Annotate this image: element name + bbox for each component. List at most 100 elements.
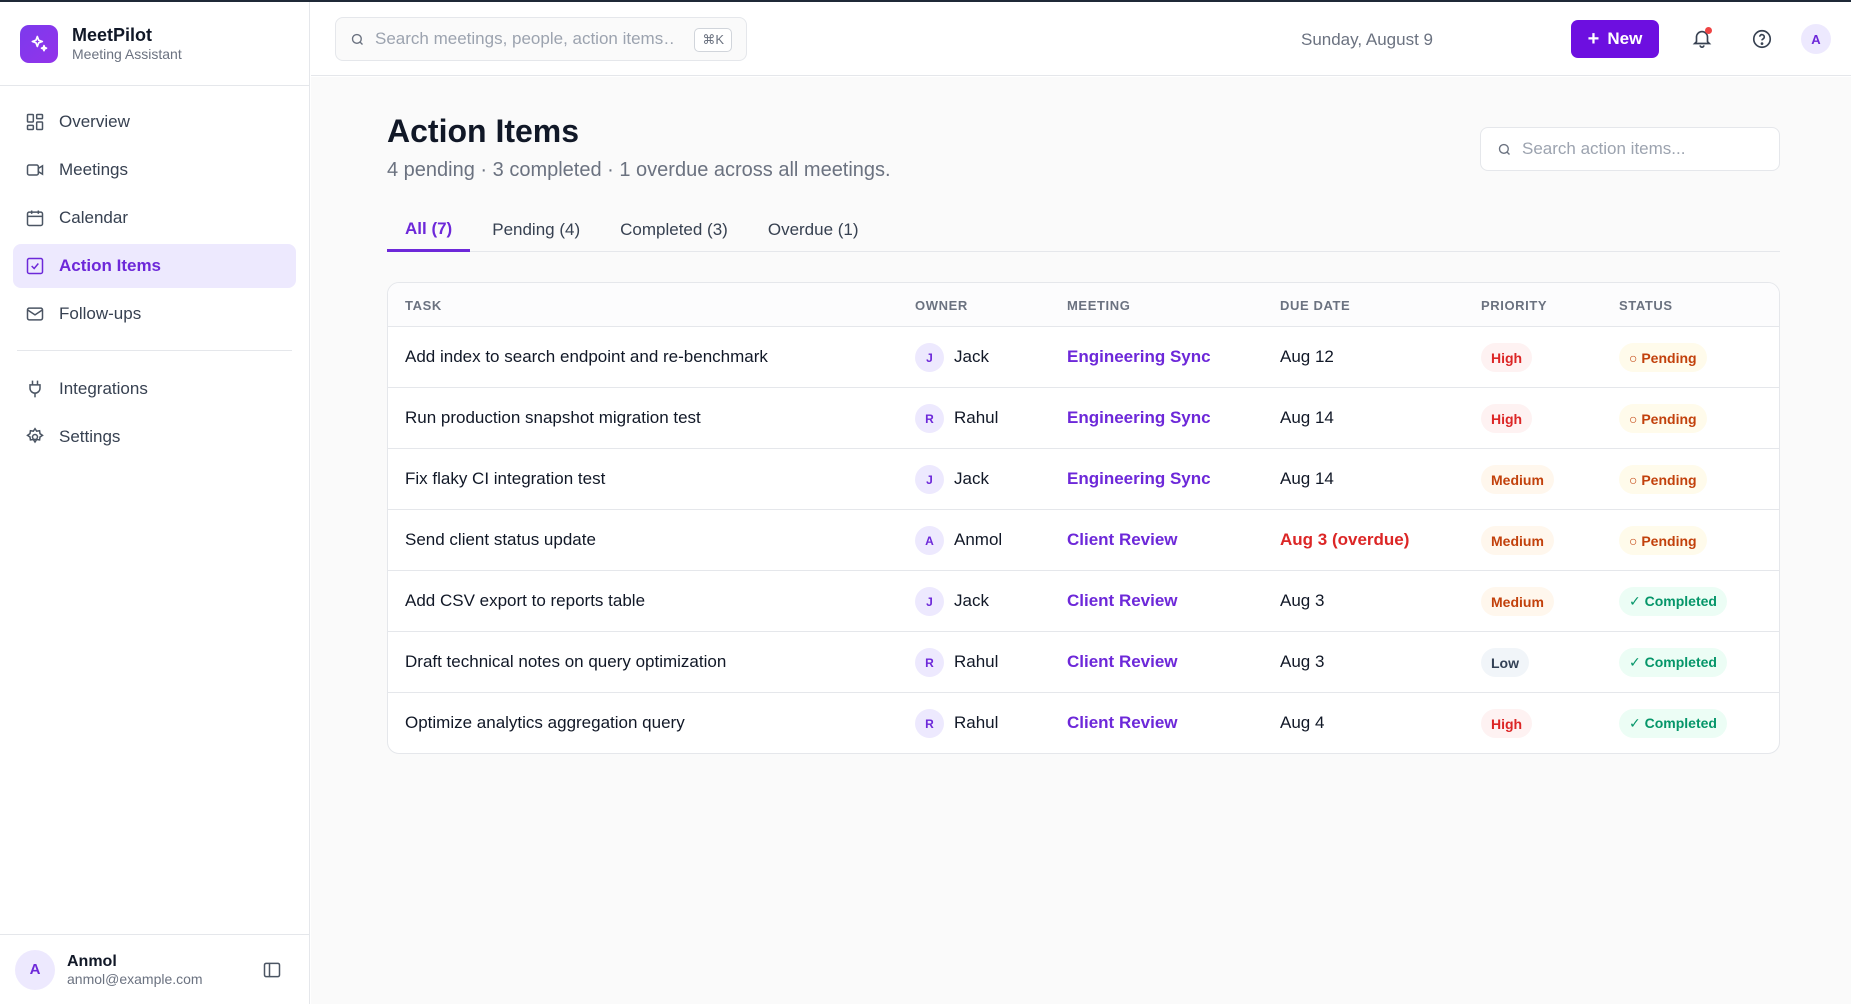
sidebar-nav: Overview Meetings Calendar Action Items … xyxy=(0,86,309,459)
action-items-table: TASK OWNER MEETING DUE DATE PRIORITY STA… xyxy=(387,282,1780,754)
priority-badge: Medium xyxy=(1481,587,1554,616)
page-subtitle: 4 pending · 3 completed · 1 overdue acro… xyxy=(387,159,891,181)
user-name: Anmol xyxy=(67,952,117,970)
brand[interactable]: MeetPilot Meeting Assistant xyxy=(0,2,309,86)
sidebar-divider xyxy=(17,350,292,351)
meeting-link[interactable]: Engineering Sync xyxy=(1067,347,1211,367)
table-row[interactable]: Run production snapshot migration test R… xyxy=(388,388,1779,449)
grid-icon xyxy=(26,113,44,131)
due-date: Aug 14 xyxy=(1280,469,1334,488)
status-badge: ✓ Completed xyxy=(1619,587,1727,616)
status-badge: ○ Pending xyxy=(1619,404,1707,433)
sidebar-item-label: Settings xyxy=(59,427,121,446)
avatar: A xyxy=(915,526,944,555)
task-title: Add index to search endpoint and re-benc… xyxy=(405,347,768,366)
search-input[interactable] xyxy=(375,29,675,49)
sidebar-item-label: Integrations xyxy=(59,379,148,398)
app-subtitle: Meeting Assistant xyxy=(72,45,182,62)
top-bar: ⌘K Sunday, August 9 + New A xyxy=(311,2,1851,76)
priority-badge: High xyxy=(1481,343,1533,372)
owner-name: Jack xyxy=(954,347,989,366)
status-badge: ✓ Completed xyxy=(1619,709,1727,738)
sidebar-toggle-icon[interactable] xyxy=(262,960,282,980)
meeting-link[interactable]: Client Review xyxy=(1067,713,1178,733)
table-row[interactable]: Fix flaky CI integration test J Jack Eng… xyxy=(388,449,1779,510)
table-row[interactable]: Draft technical notes on query optimizat… xyxy=(388,632,1779,693)
main-content: Action Items 4 pending · 3 completed · 1… xyxy=(311,77,1851,1004)
due-date-overdue: Aug 3 (overdue) xyxy=(1280,530,1410,549)
column-header-owner: OWNER xyxy=(915,298,968,313)
avatar[interactable]: A xyxy=(1801,24,1831,54)
avatar: R xyxy=(915,648,944,677)
page-title: Action Items xyxy=(387,113,580,149)
column-header-due-date: DUE DATE xyxy=(1280,298,1351,313)
sidebar-item-follow-ups[interactable]: Follow-ups xyxy=(13,292,296,336)
meeting-link[interactable]: Client Review xyxy=(1067,652,1178,672)
table-row[interactable]: Send client status update A Anmol Client… xyxy=(388,510,1779,571)
column-header-task: TASK xyxy=(405,298,442,313)
checkbox-icon xyxy=(26,257,44,275)
due-date: Aug 12 xyxy=(1280,347,1334,366)
app-name: MeetPilot xyxy=(72,24,153,45)
priority-badge: High xyxy=(1481,709,1533,738)
due-date: Aug 3 xyxy=(1280,652,1325,671)
search-icon xyxy=(1498,143,1510,155)
user-profile[interactable]: A Anmol anmol@example.com xyxy=(0,934,310,1004)
column-header-priority: PRIORITY xyxy=(1481,298,1548,313)
priority-badge: High xyxy=(1481,404,1533,433)
column-header-status: STATUS xyxy=(1619,298,1673,313)
table-row[interactable]: Add CSV export to reports table J Jack C… xyxy=(388,571,1779,632)
meeting-link[interactable]: Client Review xyxy=(1067,591,1178,611)
sidebar-item-settings[interactable]: Settings xyxy=(13,415,296,459)
status-badge: ○ Pending xyxy=(1619,343,1707,372)
sidebar-item-label: Action Items xyxy=(59,256,162,275)
column-header-meeting: MEETING xyxy=(1067,298,1131,313)
owner-name: Rahul xyxy=(954,652,999,671)
priority-badge: Medium xyxy=(1481,526,1554,555)
action-items-search[interactable] xyxy=(1480,127,1780,171)
meeting-link[interactable]: Client Review xyxy=(1067,530,1178,550)
notification-dot xyxy=(1705,27,1712,34)
table-row[interactable]: Add index to search endpoint and re-benc… xyxy=(388,327,1779,388)
avatar: J xyxy=(915,587,944,616)
sidebar-item-calendar[interactable]: Calendar xyxy=(13,196,296,240)
avatar: R xyxy=(915,709,944,738)
priority-badge: Low xyxy=(1481,648,1529,677)
sidebar-item-integrations[interactable]: Integrations xyxy=(13,367,296,411)
filter-tabs: All (7) Pending (4) Completed (3) Overdu… xyxy=(387,208,1780,252)
shortcut-badge: ⌘K xyxy=(694,28,732,52)
avatar: A xyxy=(15,949,55,990)
avatar: J xyxy=(915,465,944,494)
status-badge: ○ Pending xyxy=(1619,526,1707,555)
sidebar-item-label: Calendar xyxy=(59,208,128,227)
sidebar-item-action-items[interactable]: Action Items xyxy=(13,244,296,288)
owner-name: Anmol xyxy=(954,530,1003,549)
action-items-search-input[interactable] xyxy=(1522,139,1762,159)
help-icon[interactable] xyxy=(1751,28,1773,50)
owner-name: Jack xyxy=(954,469,989,488)
tab-all[interactable]: All (7) xyxy=(387,208,471,252)
calendar-icon xyxy=(26,210,44,227)
table-row[interactable]: Optimize analytics aggregation query R R… xyxy=(388,693,1779,753)
sidebar-item-label: Meetings xyxy=(59,160,128,179)
owner-name: Rahul xyxy=(954,713,999,732)
new-button[interactable]: + New xyxy=(1571,20,1659,58)
video-icon xyxy=(26,164,44,176)
avatar: R xyxy=(915,404,944,433)
tab-pending[interactable]: Pending (4) xyxy=(474,208,598,252)
tab-overdue[interactable]: Overdue (1) xyxy=(750,208,877,252)
tab-completed[interactable]: Completed (3) xyxy=(602,208,746,252)
owner-name: Jack xyxy=(954,591,989,610)
meeting-link[interactable]: Engineering Sync xyxy=(1067,408,1211,428)
task-title: Optimize analytics aggregation query xyxy=(405,713,685,732)
plug-icon xyxy=(29,380,41,398)
status-badge: ○ Pending xyxy=(1619,465,1707,494)
sidebar-item-overview[interactable]: Overview xyxy=(13,100,296,144)
owner-name: Rahul xyxy=(954,408,999,427)
global-search[interactable]: ⌘K xyxy=(335,17,747,61)
task-title: Draft technical notes on query optimizat… xyxy=(405,652,727,671)
sidebar-item-meetings[interactable]: Meetings xyxy=(13,148,296,192)
sidebar-item-label: Overview xyxy=(59,112,130,131)
priority-badge: Medium xyxy=(1481,465,1554,494)
meeting-link[interactable]: Engineering Sync xyxy=(1067,469,1211,489)
